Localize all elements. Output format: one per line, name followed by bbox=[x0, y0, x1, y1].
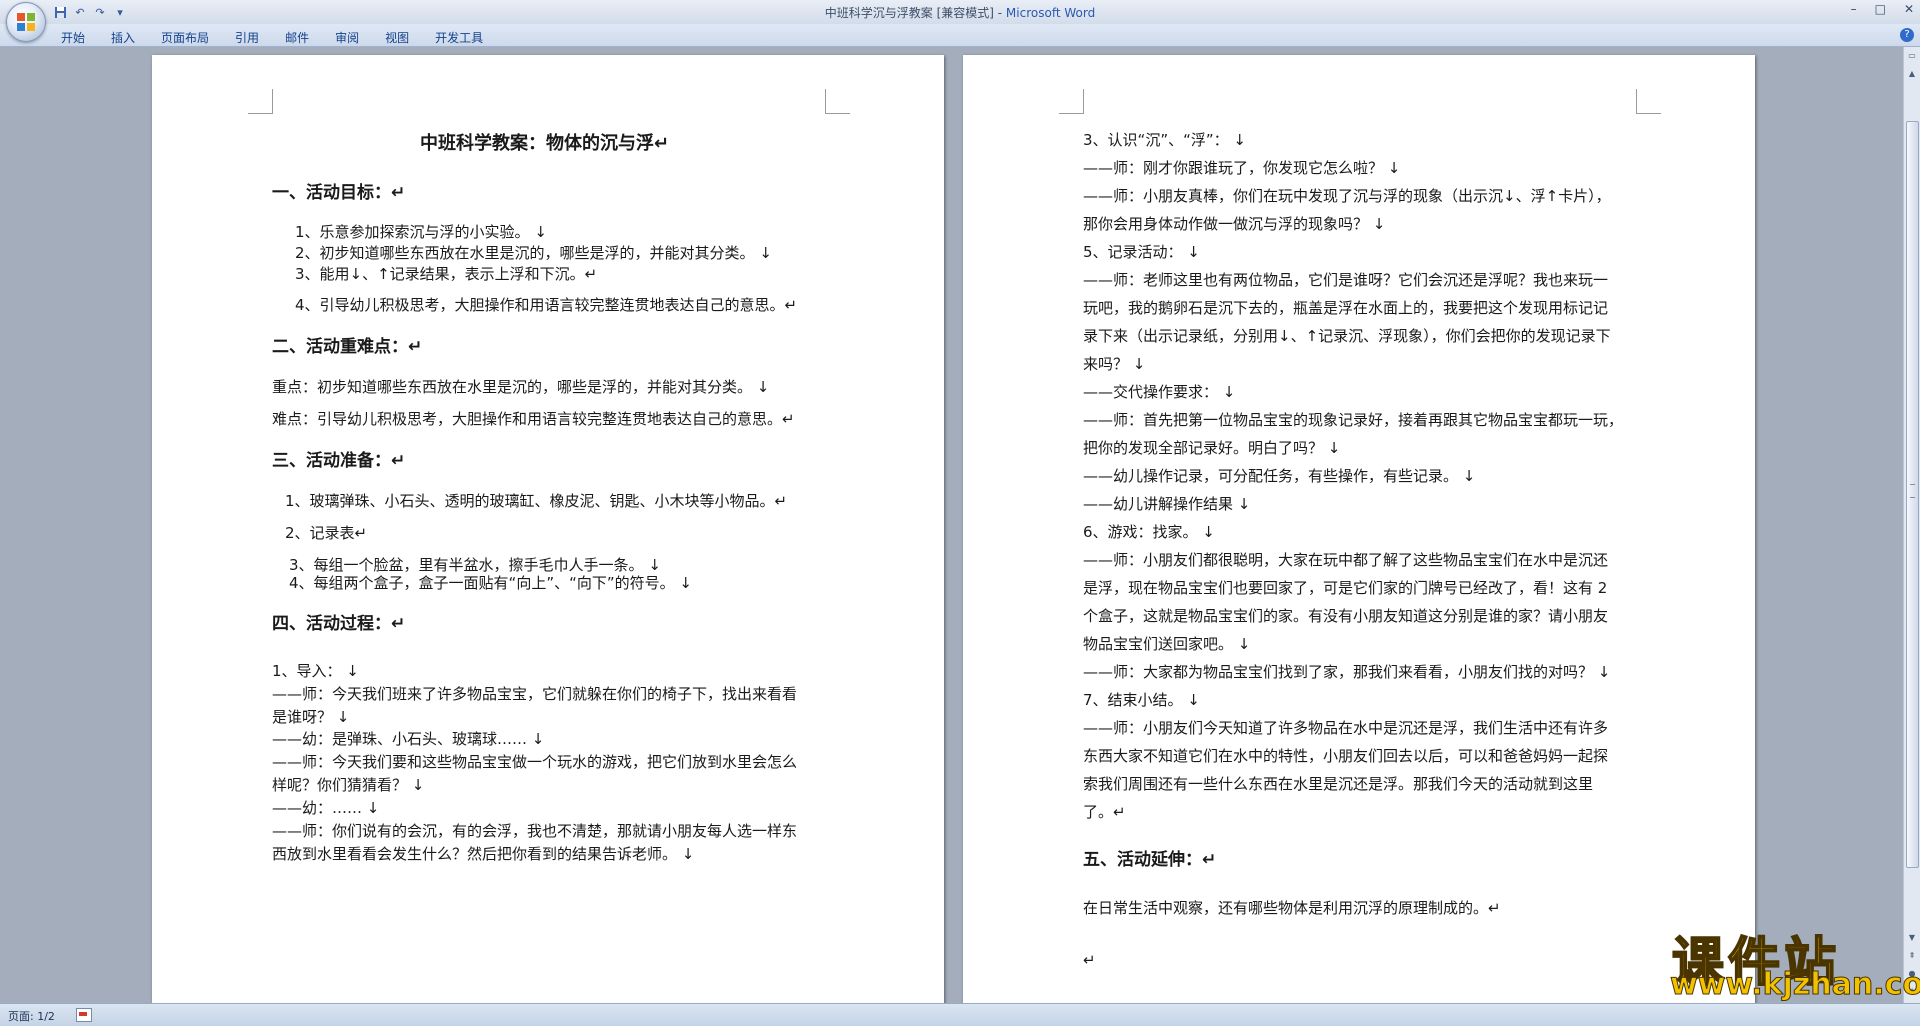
tab-page-layout[interactable]: 页面布局 bbox=[148, 27, 222, 48]
paragraph: 录下来（出示记录纸，分别用↓、↑记录沉、浮现象），你们会把你的发现记录下 bbox=[1083, 327, 1611, 345]
paragraph: 4、每组两个盒子，盒子一面贴有“向上”、“向下”的符号。 ↓ bbox=[289, 574, 692, 592]
paragraph: 是谁呀？ ↓ bbox=[272, 708, 350, 726]
paragraph: ——幼儿讲解操作结果 ↓ bbox=[1083, 495, 1251, 513]
section-heading: 三、活动准备：↵ bbox=[272, 451, 406, 471]
paragraph: 玩吧，我的鹅卵石是沉下去的，瓶盖是浮在水面上的，我要把这个发现用标记记 bbox=[1083, 299, 1609, 317]
crop-mark bbox=[1059, 89, 1084, 114]
paragraph: ↵ bbox=[1083, 951, 1096, 969]
section-heading: 四、活动过程：↵ bbox=[272, 614, 406, 634]
section-heading: 五、活动延伸：↵ bbox=[1083, 850, 1217, 870]
watermark-url: www.kjzhan.com bbox=[1669, 967, 1920, 1003]
app-name: Microsoft Word bbox=[1005, 6, 1096, 20]
paragraph: 6、游戏：找家。 ↓ bbox=[1083, 523, 1215, 541]
tab-mailings[interactable]: 邮件 bbox=[272, 27, 322, 48]
paragraph: 物品宝宝们送回家吧。 ↓ bbox=[1083, 635, 1251, 653]
crop-mark bbox=[248, 89, 273, 114]
paragraph: ——幼：是弹珠、小石头、玻璃球…… ↓ bbox=[272, 730, 545, 748]
paragraph: 1、玻璃弹珠、小石头、透明的玻璃缸、橡皮泥、钥匙、小木块等小物品。↵ bbox=[285, 492, 788, 510]
paragraph: 1、导入： ↓ bbox=[272, 662, 359, 680]
paragraph: 7、结束小结。 ↓ bbox=[1083, 691, 1200, 709]
paragraph: 4、引导幼儿积极思考，大胆操作和用语言较完整连贯地表达自己的意思。↵ bbox=[295, 296, 798, 314]
paragraph: 3、能用↓、↑记录结果，表示上浮和下沉。↵ bbox=[295, 265, 598, 283]
tab-home[interactable]: 开始 bbox=[48, 27, 98, 48]
scrollbar-thumb[interactable] bbox=[1906, 121, 1919, 868]
window-controls: – □ ✕ bbox=[1851, 2, 1914, 16]
paragraph: ——师：小朋友们今天知道了许多物品在水中是沉还是浮，我们生活中还有许多 bbox=[1083, 719, 1609, 737]
paragraph: ——幼：…… ↓ bbox=[272, 799, 380, 817]
paragraph: 2、记录表↵ bbox=[285, 524, 368, 542]
paragraph: ——交代操作要求： ↓ bbox=[1083, 383, 1236, 401]
paragraph: 3、认识“沉”、“浮”： ↓ bbox=[1083, 131, 1246, 149]
paragraph: ——师：小朋友真棒，你们在玩中发现了沉与浮的现象（出示沉↓、浮↑卡片）， bbox=[1083, 187, 1611, 205]
proofing-icon[interactable] bbox=[76, 1008, 92, 1022]
document-page-1[interactable]: 中班科学教案：物体的沉与浮↵ 一、活动目标：↵ 1、乐意参加探索沉与浮的小实验。… bbox=[152, 55, 944, 1003]
office-logo-icon bbox=[17, 13, 35, 31]
paragraph: ——师：小朋友们都很聪明，大家在玩中都了解了这些物品宝宝们在水中是沉还 bbox=[1083, 551, 1609, 569]
paragraph: 东西大家不知道它们在水中的特性，小朋友们回去以后，可以和爸爸妈妈一起探 bbox=[1083, 747, 1609, 765]
paragraph: 5、记录活动： ↓ bbox=[1083, 243, 1200, 261]
document-page-2[interactable]: 3、认识“沉”、“浮”： ↓ ——师：刚才你跟谁玩了，你发现它怎么啦？ ↓ ——… bbox=[963, 55, 1755, 1003]
tab-developer[interactable]: 开发工具 bbox=[422, 27, 496, 48]
status-bar: 页面: 1/2 bbox=[0, 1003, 1920, 1026]
tab-view[interactable]: 视图 bbox=[372, 27, 422, 48]
paragraph: 2、初步知道哪些东西放在水里是沉的，哪些是浮的，并能对其分类。 ↓ bbox=[295, 244, 772, 262]
minimize-button[interactable]: – bbox=[1851, 2, 1857, 16]
tab-insert[interactable]: 插入 bbox=[98, 27, 148, 48]
paragraph: ——师：今天我们班来了许多物品宝宝，它们就躲在你们的椅子下，找出来看看 bbox=[272, 685, 798, 703]
paragraph: 了。↵ bbox=[1083, 803, 1126, 821]
paragraph: 个盒子，这就是物品宝宝们的家。有没有小朋友知道这分别是谁的家？请小朋友 bbox=[1083, 607, 1609, 625]
tab-review[interactable]: 审阅 bbox=[322, 27, 372, 48]
paragraph: 是浮，现在物品宝宝们也要回家了，可是它们家的门牌号已经改了，看！这有 2 bbox=[1083, 579, 1608, 597]
paragraph: ——师：老师这里也有两位物品，它们是谁呀？它们会沉还是浮呢？我也来玩一 bbox=[1083, 271, 1609, 289]
maximize-button[interactable]: □ bbox=[1875, 2, 1886, 16]
paragraph: 3、每组一个脸盆，里有半盆水，擦手毛巾人手一条。 ↓ bbox=[289, 556, 661, 574]
help-icon[interactable]: ? bbox=[1900, 28, 1914, 42]
title-bar: ↶ ↷ ▾ 中班科学沉与浮教案 [兼容模式] - Microsoft Word … bbox=[0, 0, 1920, 24]
ribbon-tab-bar: 开始 插入 页面布局 引用 邮件 审阅 视图 开发工具 ? bbox=[0, 24, 1920, 47]
window-title: 中班科学沉与浮教案 [兼容模式] - Microsoft Word bbox=[0, 4, 1920, 21]
document-title: 中班科学沉与浮教案 [兼容模式] - bbox=[824, 6, 1006, 20]
paragraph: ——幼儿操作记录，可分配任务，有些操作，有些记录。 ↓ bbox=[1083, 467, 1476, 485]
paragraph: 样呢？你们猜猜看？ ↓ bbox=[272, 776, 425, 794]
paragraph: 1、乐意参加探索沉与浮的小实验。 ↓ bbox=[295, 223, 547, 241]
scroll-down-icon[interactable]: ▼ bbox=[1906, 931, 1918, 945]
paragraph: ——师：首先把第一位物品宝宝的现象记录好，接着再跟其它物品宝宝都玩一玩， bbox=[1083, 411, 1624, 429]
document-title-line: 中班科学教案：物体的沉与浮↵ bbox=[420, 133, 670, 154]
paragraph: 那你会用身体动作做一做沉与浮的现象吗？ ↓ bbox=[1083, 215, 1386, 233]
ruler-toggle-icon[interactable]: ▭ bbox=[1906, 49, 1918, 63]
office-button[interactable] bbox=[6, 2, 46, 42]
scrollbar-grip bbox=[1910, 484, 1915, 498]
paragraph: 在日常生活中观察，还有哪些物体是利用沉浮的原理制成的。↵ bbox=[1083, 899, 1501, 917]
paragraph: 索我们周围还有一些什么东西在水里是沉还是浮。那我们今天的活动就到这里 bbox=[1083, 775, 1594, 793]
paragraph: 西放到水里看看会发生什么？然后把你看到的结果告诉老师。 ↓ bbox=[272, 845, 695, 863]
paragraph: ——师：大家都为物品宝宝们找到了家，那我们来看看，小朋友们找的对吗？ ↓ bbox=[1083, 663, 1611, 681]
scroll-up-icon[interactable]: ▲ bbox=[1906, 67, 1918, 81]
paragraph: 难点：引导幼儿积极思考，大胆操作和用语言较完整连贯地表达自己的意思。↵ bbox=[272, 410, 795, 428]
vertical-scrollbar[interactable]: ▭ ▲ ▼ ⇞ ● ⇟ bbox=[1903, 47, 1920, 1003]
paragraph: ——师：今天我们要和这些物品宝宝做一个玩水的游戏，把它们放到水里会怎么 bbox=[272, 753, 798, 771]
page-indicator[interactable]: 页面: 1/2 bbox=[8, 1008, 55, 1024]
crop-mark bbox=[825, 89, 850, 114]
section-heading: 一、活动目标：↵ bbox=[272, 183, 406, 203]
tab-references[interactable]: 引用 bbox=[222, 27, 272, 48]
paragraph: 重点：初步知道哪些东西放在水里是沉的，哪些是浮的，并能对其分类。 ↓ bbox=[272, 378, 770, 396]
previous-page-icon[interactable]: ⇞ bbox=[1906, 949, 1918, 963]
close-button[interactable]: ✕ bbox=[1904, 2, 1914, 16]
section-heading: 二、活动重难点：↵ bbox=[272, 337, 423, 357]
paragraph: ——师：你们说有的会沉，有的会浮，我也不清楚，那就请小朋友每人选一样东 bbox=[272, 822, 798, 840]
document-area: 中班科学教案：物体的沉与浮↵ 一、活动目标：↵ 1、乐意参加探索沉与浮的小实验。… bbox=[0, 47, 1904, 1003]
crop-mark bbox=[1636, 89, 1661, 114]
paragraph: ——师：刚才你跟谁玩了，你发现它怎么啦？ ↓ bbox=[1083, 159, 1401, 177]
paragraph: 把你的发现全部记录好。明白了吗？ ↓ bbox=[1083, 439, 1341, 457]
paragraph: 来吗？ ↓ bbox=[1083, 355, 1146, 373]
